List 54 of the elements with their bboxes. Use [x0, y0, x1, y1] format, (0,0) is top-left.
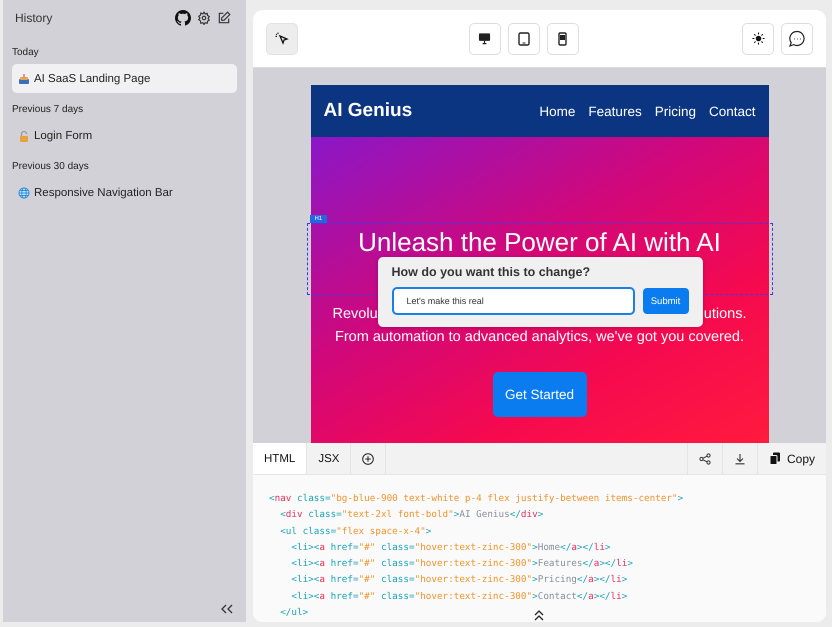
brand-name: AI Genius [324, 100, 412, 122]
section-label: Previous 30 days [12, 161, 90, 172]
submit-button[interactable]: Submit [642, 288, 688, 314]
edit-icon[interactable] [217, 11, 231, 25]
history-item[interactable]: Responsive Navigation Bar [12, 178, 237, 207]
code-tab[interactable]: JSX [307, 443, 352, 474]
github-icon[interactable] [175, 10, 191, 26]
sidebar-title: History [15, 11, 52, 25]
select-tool-button[interactable] [266, 22, 298, 54]
globe-icon [18, 186, 30, 198]
desktop-view-button[interactable] [468, 22, 500, 54]
tablet-icon [518, 32, 530, 46]
copy-icon [768, 452, 781, 465]
section-label: Previous 7 days [12, 104, 84, 115]
share-icon [698, 452, 711, 464]
sun-icon [752, 32, 764, 45]
code-line: <div class="text-2xl font-bold">AI Genius</div> [279, 508, 544, 522]
phone-icon [558, 32, 567, 46]
lock-icon [18, 130, 30, 142]
settings-icon[interactable] [197, 11, 211, 25]
chat-bubble-icon [788, 30, 806, 48]
nav-link[interactable]: Contact [708, 104, 756, 118]
hero-subtext: From automation to advanced analytics, we've got you covered. [335, 329, 744, 346]
history-item[interactable]: Login Form [12, 121, 237, 150]
code-line: <li><a href="#" class="hover:text-zinc-300">Home</a></li> [290, 540, 611, 555]
theme-toggle-button[interactable] [742, 22, 774, 54]
code-line: <ul class="flex space-x-4"> [279, 524, 432, 539]
download-icon [734, 452, 746, 464]
collapse-icon[interactable] [221, 604, 233, 614]
hero-subtext-fragment: Revolu [332, 306, 378, 323]
code-line: <li><a href="#" class="hover:text-zinc-300">Features</a></li> [290, 557, 633, 572]
chat-button[interactable] [781, 22, 813, 54]
plus-circle-icon [362, 452, 374, 464]
cursor-icon [275, 32, 289, 46]
monitor-icon [478, 32, 491, 45]
history-item[interactable]: AI SaaS Landing Page [12, 64, 237, 93]
change-input-field[interactable]: Let's make this real [392, 287, 634, 315]
tablet-view-button[interactable] [508, 22, 540, 54]
code-line: <li><a href="#" class="hover:text-zinc-300">Contact</a></li> [290, 590, 628, 604]
nav-link[interactable]: Features [588, 104, 642, 118]
copy-button[interactable]: Copy [756, 443, 826, 474]
code-tab[interactable]: HTML [253, 443, 308, 474]
mobile-view-button[interactable] [546, 22, 578, 54]
expand-icon[interactable] [533, 609, 545, 621]
section-label: Today [12, 47, 40, 58]
code-line: </ul> [279, 606, 308, 620]
get-started-button[interactable]: Get Started [492, 372, 586, 417]
nav-link[interactable]: Home [539, 104, 576, 118]
hero-subtext-fragment: utions. [704, 306, 746, 323]
code-line: <nav class="bg-blue-900 text-white p-4 flex justify-between items-center"> [269, 492, 684, 506]
popup-title: How do you want this to change? [392, 265, 592, 279]
nav-link[interactable]: Pricing [654, 104, 696, 118]
code-line: <li><a href="#" class="hover:text-zinc-300">Pricing</a></li> [290, 573, 628, 588]
cake-icon [18, 72, 30, 84]
